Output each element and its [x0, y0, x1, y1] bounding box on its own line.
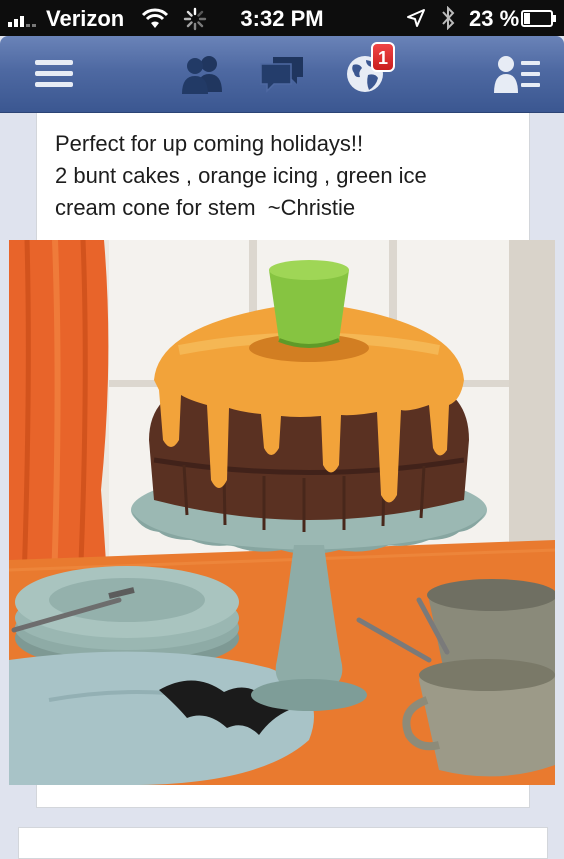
profile-list-button[interactable] — [484, 36, 554, 112]
facebook-nav-bar — [0, 36, 564, 113]
profile-list-icon — [494, 56, 540, 93]
location-arrow-icon — [407, 9, 425, 27]
messages-button[interactable] — [250, 36, 314, 112]
pumpkin-cake-image — [9, 240, 555, 785]
bluetooth-icon — [442, 6, 455, 30]
friend-requests-button[interactable] — [170, 36, 234, 112]
battery-icon — [521, 10, 556, 27]
next-post-card — [18, 827, 548, 859]
notification-count-badge[interactable]: 1 — [371, 42, 395, 72]
status-bar: Verizon 3:32 PM 23 % — [0, 0, 564, 36]
friend-requests-icon — [182, 56, 222, 94]
post-text: Perfect for up coming holidays!! 2 bunt … — [55, 131, 427, 220]
messages-icon — [260, 57, 303, 93]
post-photo[interactable] — [9, 240, 555, 785]
menu-button[interactable] — [22, 36, 86, 112]
battery-percent: 23 % — [469, 6, 520, 31]
menu-icon — [35, 60, 73, 87]
